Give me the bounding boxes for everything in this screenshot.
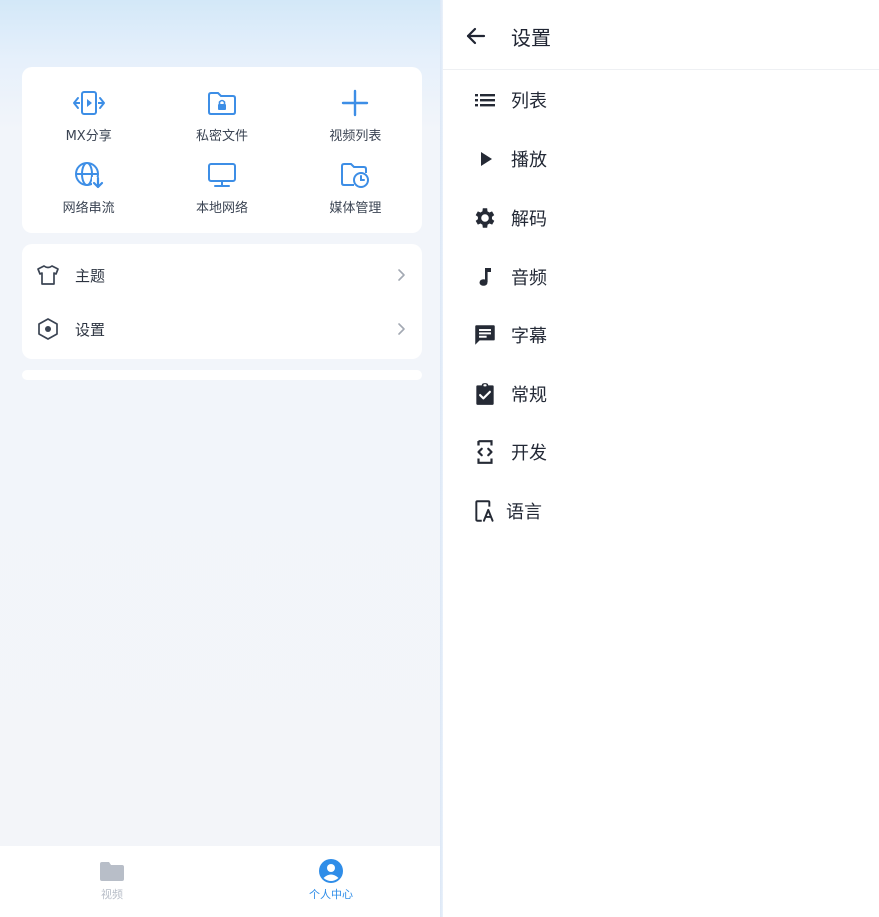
settings-item-general[interactable]: 常规	[443, 369, 879, 419]
bottom-navigation: 视频 个人中心	[0, 846, 440, 917]
grid-item-label: 媒体管理	[329, 201, 382, 216]
settings-hex-icon	[35, 316, 61, 342]
settings-item-label: 字幕	[511, 326, 547, 347]
settings-item-label: 语言	[506, 502, 542, 523]
grid-item-label: 私密文件	[195, 129, 248, 144]
gear-icon	[471, 204, 499, 232]
grid-item-video-list[interactable]: 视频列表	[289, 87, 422, 159]
grid-item-network-stream[interactable]: 网络串流	[22, 159, 155, 231]
play-icon	[471, 145, 499, 173]
grid-item-local-network[interactable]: 本地网络	[155, 159, 288, 231]
settings-item-language[interactable]: 语言	[443, 486, 879, 536]
folder-icon	[99, 858, 125, 884]
music-note-icon	[471, 263, 499, 291]
language-icon	[471, 497, 499, 525]
mx-share-icon	[71, 87, 107, 119]
empty-card	[22, 370, 422, 380]
settings-item-list[interactable]: 列表	[443, 75, 879, 125]
chevron-right-icon	[394, 267, 408, 283]
plus-icon	[337, 87, 373, 119]
settings-item-label: 解码	[511, 209, 547, 230]
settings-item-label: 开发	[511, 443, 547, 464]
nav-tab-label: 视频	[101, 888, 123, 901]
tshirt-icon	[35, 262, 61, 288]
list-icon	[471, 86, 499, 114]
settings-item-label: 常规	[511, 385, 547, 406]
settings-item-label: 列表	[511, 91, 547, 112]
subtitle-icon	[471, 321, 499, 349]
back-arrow-icon[interactable]	[463, 23, 489, 49]
settings-header: 设置	[443, 0, 879, 70]
settings-pane: 设置 列表 播放 解码 音频 字幕 常规 开发 语言	[443, 0, 879, 917]
grid-item-media-manage[interactable]: 媒体管理	[289, 159, 422, 231]
settings-item-label: 播放	[511, 150, 547, 171]
profile-menu-card: 主题 设置	[22, 244, 422, 359]
clipboard-check-icon	[471, 380, 499, 408]
nav-tab-profile[interactable]: 个人中心	[291, 858, 371, 902]
private-folder-icon	[204, 87, 240, 119]
nav-tab-label: 个人中心	[309, 888, 353, 901]
monitor-icon	[204, 159, 240, 191]
account-icon	[318, 858, 344, 884]
grid-item-private-files[interactable]: 私密文件	[155, 87, 288, 159]
settings-item-developer[interactable]: 开发	[443, 427, 879, 477]
settings-item-decoder[interactable]: 解码	[443, 193, 879, 243]
grid-item-label: 网络串流	[62, 201, 115, 216]
grid-item-label: 本地网络	[195, 201, 248, 216]
menu-item-settings[interactable]: 设置	[22, 302, 422, 356]
settings-item-playback[interactable]: 播放	[443, 134, 879, 184]
grid-item-label: 视频列表	[329, 129, 382, 144]
settings-item-subtitle[interactable]: 字幕	[443, 310, 879, 360]
settings-item-label: 音频	[511, 268, 547, 289]
menu-item-label: 设置	[75, 320, 106, 339]
chevron-right-icon	[394, 321, 408, 337]
page-title: 设置	[511, 26, 551, 50]
grid-item-mx-share[interactable]: MX分享	[22, 87, 155, 159]
network-stream-icon	[71, 159, 107, 191]
grid-item-label: MX分享	[65, 129, 112, 144]
menu-item-label: 主题	[75, 266, 106, 285]
nav-tab-videos[interactable]: 视频	[72, 858, 152, 902]
settings-item-audio[interactable]: 音频	[443, 252, 879, 302]
quick-actions-grid: MX分享 私密文件 视频列表 网络串流 本地网络 媒体管理	[22, 87, 422, 231]
media-manage-icon	[337, 159, 373, 191]
developer-icon	[471, 438, 499, 466]
menu-item-theme[interactable]: 主题	[22, 248, 422, 302]
profile-pane: MX分享 私密文件 视频列表 网络串流 本地网络 媒体管理 主题 设置 视频 个…	[0, 0, 440, 917]
quick-actions-card: MX分享 私密文件 视频列表 网络串流 本地网络 媒体管理	[22, 67, 422, 233]
